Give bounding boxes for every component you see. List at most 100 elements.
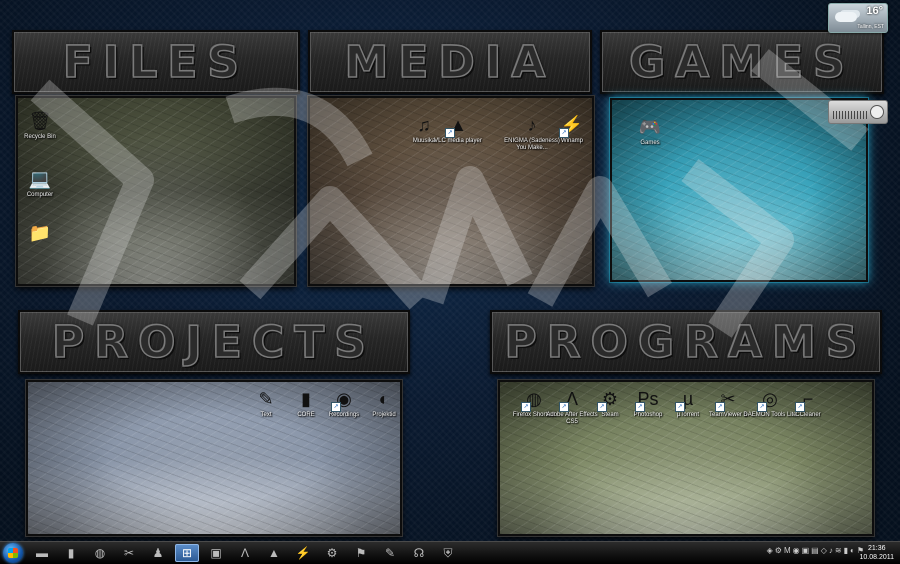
recycle-bin-icon: 🗑 [28, 110, 52, 131]
desktop-icon[interactable]: 📁 [12, 222, 68, 246]
tray-icon[interactable]: ⚙ [775, 546, 782, 555]
desktop-icon-label: CORE [297, 412, 315, 418]
desktop-icon-label: CCleaner [795, 412, 821, 418]
taskbar-headphones-button[interactable]: ☊ [407, 544, 431, 562]
firefox-icon: ◍ ↗ [521, 388, 545, 412]
meter-knob-icon [870, 105, 884, 119]
vlc-icon: ▲ ↗ [445, 114, 469, 138]
desktop-icon[interactable]: ⚡ ↗ Winamp [544, 114, 600, 145]
taskbar-windows-explorer-button[interactable]: ⊞ [175, 544, 199, 562]
cpu-meter-gadget[interactable] [828, 100, 888, 124]
weather-temperature: 16° [866, 5, 883, 17]
desktop-icon-label: Recycle Bin [24, 134, 56, 140]
taskbar-firefox-button[interactable]: ◍ [88, 544, 112, 562]
after-effects-icon: Λ ↗ [559, 388, 583, 412]
tray-icon[interactable]: ◈ [767, 546, 773, 555]
pencil-icon: ✎ [258, 388, 274, 409]
banner-programs: PROGRAMS [490, 310, 882, 374]
bookmark-icon: ▮ [301, 388, 311, 409]
winamp-icon: ⚡ ↗ [559, 114, 584, 138]
steam-icon: ⚙ ↗ [597, 388, 621, 412]
taskbar-vlc-button[interactable]: ▲ [262, 544, 286, 562]
computer-icon: 💻 [28, 168, 52, 189]
desktop-icon[interactable]: 💻 Computer [12, 168, 68, 199]
tray-icon[interactable]: ◇ [821, 546, 827, 555]
brush-icon: ♟ [152, 546, 164, 560]
tray-icon[interactable]: ♪ [829, 546, 833, 555]
banner-files: FILES [12, 30, 300, 94]
tray-icon[interactable]: ◐ [850, 546, 855, 555]
banner-title: GAMES [628, 36, 855, 89]
shortcut-arrow-icon: ↗ [559, 402, 569, 412]
shortcut-arrow-icon: ↗ [715, 402, 725, 412]
desktop-icon[interactable]: ⌐ ↗ CCleaner [780, 388, 836, 419]
winamp-skin-icon: ▣ [210, 546, 222, 560]
tray-icon[interactable]: ▤ [811, 546, 819, 555]
taskbar-bookmark-button[interactable]: ▮ [59, 544, 83, 562]
firefox-icon: ◍ [94, 546, 106, 560]
desktop-icon-label: Photoshop [633, 412, 663, 418]
banner-title: FILES [62, 36, 250, 89]
clock[interactable]: 21:36 10.08.2011 [859, 544, 894, 562]
shield-icon: ⛨ [443, 545, 453, 560]
taskbar-shield-button[interactable]: ⛨ [436, 544, 460, 562]
taskbar-brush-button[interactable]: ♟ [146, 544, 170, 562]
tray-icon[interactable]: ▣ [802, 546, 810, 555]
clock-time: 21:36 [867, 545, 886, 552]
cloud-icon [835, 12, 857, 22]
desktop-icon-label: Projektid [372, 412, 396, 418]
desktop-icon[interactable]: 🎮 Games [622, 116, 678, 147]
taskbar-after-effects-button[interactable]: Λ [233, 544, 257, 562]
wrench-icon: ✂ [123, 546, 135, 560]
gamepad-icon: 🎮 [638, 116, 662, 137]
taskbar-winamp-button[interactable]: ⚡ [291, 544, 315, 562]
desktop-icon-label: VLC media player [434, 138, 482, 144]
shortcut-arrow-icon: ↗ [331, 402, 341, 412]
banner-title: PROJECTS [51, 316, 376, 369]
windows-logo-icon [8, 548, 18, 558]
windows-explorer-icon: ⊞ [181, 546, 193, 560]
taskbar-wrench-button[interactable]: ✂ [117, 544, 141, 562]
desktop-icon-label: Winamp [560, 138, 583, 144]
shortcut-arrow-icon: ↗ [445, 128, 455, 138]
notepad-icon: ✎ [384, 546, 396, 560]
taskbar-flag-button[interactable]: ⚑ [349, 544, 373, 562]
meter-bars [833, 111, 869, 119]
desktop-icon-label: Computer [26, 192, 54, 198]
desktop-icon-label: Games [640, 140, 660, 146]
tray-icon[interactable]: ▮ [844, 546, 848, 555]
desktop: FILES MEDIA GAMES PROJECTS PROGRAMS 16° … [0, 0, 900, 541]
tray-icon[interactable]: M [784, 546, 791, 555]
desktop-icon[interactable]: 🗑 Recycle Bin [12, 110, 68, 141]
winamp-icon: ⚡ [295, 546, 311, 560]
desktop-icon-label: Steam [601, 412, 619, 418]
projects-icon: ◐ [378, 388, 390, 409]
steam-icon: ⚙ [326, 546, 338, 560]
taskbar-steam-button[interactable]: ⚙ [320, 544, 344, 562]
flag-icon: ⚑ [355, 546, 367, 560]
desktop-icon-label: Text [260, 412, 272, 418]
banner-title: PROGRAMS [504, 316, 868, 369]
photoshop-icon: Ps ↗ [635, 388, 659, 412]
taskbar-folder-button[interactable]: ▬ [30, 544, 54, 562]
taskbar-notepad-button[interactable]: ✎ [378, 544, 402, 562]
desktop-icon[interactable]: ▲ ↗ VLC media player [430, 114, 486, 145]
banner-projects: PROJECTS [18, 310, 410, 374]
utorrent-icon: µ ↗ [675, 388, 699, 412]
shortcut-arrow-icon: ↗ [559, 128, 569, 138]
start-button[interactable] [3, 543, 23, 563]
headphones-icon: ☊ [413, 546, 425, 560]
desktop-icon[interactable]: ◐ Projektid [356, 388, 412, 419]
banner-title: MEDIA [344, 36, 556, 89]
vlc-icon: ▲ [268, 546, 280, 560]
weather-gadget[interactable]: 16° Tallinn, EST [828, 3, 888, 33]
weather-location: Tallinn, EST [857, 24, 884, 30]
taskbar-winamp-skin-button[interactable]: ▣ [204, 544, 228, 562]
desktop-icon-label: µTorrent [676, 412, 700, 418]
shortcut-arrow-icon: ↗ [795, 402, 805, 412]
tray-icon[interactable]: ≋ [835, 546, 842, 555]
system-tray: ◈ ⚙ M ◉ ▣ ▤ ◇ ♪ ≋ ▮ ◐ ⚑ [767, 546, 864, 555]
banner-media: MEDIA [308, 30, 592, 94]
folder-icon: ▬ [36, 546, 48, 560]
tray-icon[interactable]: ◉ [793, 546, 800, 555]
